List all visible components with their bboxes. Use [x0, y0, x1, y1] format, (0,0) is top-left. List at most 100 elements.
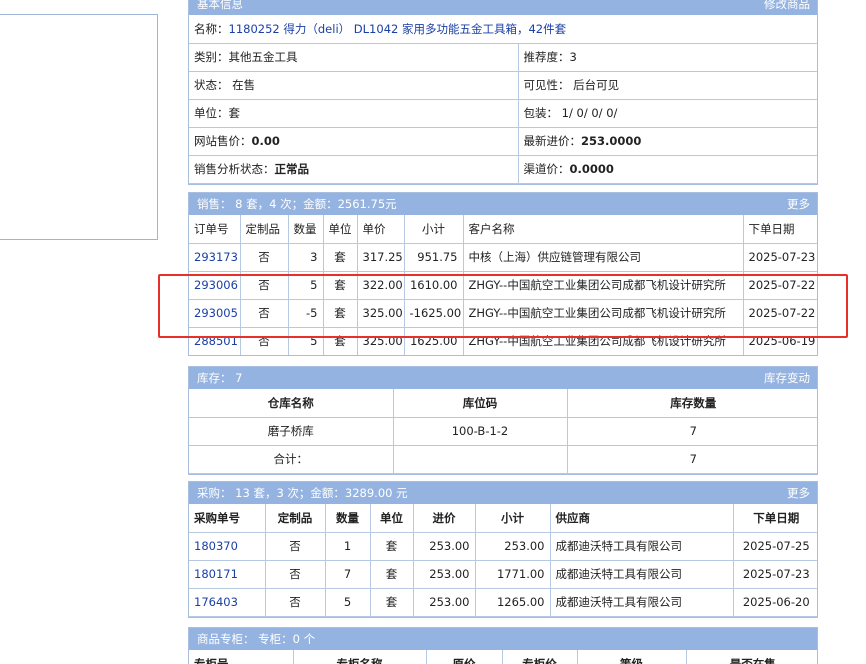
qty-cell: 5 [287, 326, 324, 355]
po-link[interactable]: 176403 [194, 595, 238, 609]
site-price-cell: 网站售价：0.00 [189, 126, 519, 156]
col-stock-qty: 库存数量 [566, 389, 817, 418]
sales-header: 销售： 8 套，4 次；金额：2561.75元 更多 [189, 193, 817, 215]
product-name-cell: 名称：1180252 得力（deli） DL1042 家用多功能五金工具箱，42… [189, 15, 817, 44]
col-original-price: 原价 [425, 650, 503, 664]
unit-cell: 套 [322, 298, 358, 328]
qty-cell: 5 [287, 270, 324, 300]
po-link[interactable]: 180370 [194, 539, 238, 553]
order-link[interactable]: 293173 [194, 250, 238, 264]
col-level: 等级 [576, 650, 687, 664]
date-cell: 2025-07-25 [732, 531, 817, 561]
customer-cell: 中核（上海）供应链管理有限公司 [462, 242, 744, 272]
total-label: 合计： [189, 444, 394, 474]
col-location: 库位码 [392, 389, 568, 418]
col-order-no: 订单号 [189, 215, 241, 244]
purchase-section: 采购： 13 套，3 次；金额：3289.00 元 更多 采购单号 定制品 数量… [188, 481, 818, 618]
basic-info-title: 基本信息 [197, 0, 243, 11]
sales-title: 销售： 8 套，4 次；金额：2561.75元 [197, 197, 397, 211]
purchase-row: 176403 否 5 套 253.00 1265.00 成都迪沃特工具有限公司 … [189, 587, 817, 617]
analysis-value: 正常品 [274, 162, 310, 176]
price-cell: 325.00 [356, 298, 405, 328]
custom-cell: 否 [239, 270, 289, 300]
date-cell: 2025-07-23 [732, 559, 817, 589]
col-unit: 单位 [369, 504, 414, 533]
status-cell: 状态： 在售 [189, 70, 519, 100]
unit-cell: 套 [322, 270, 358, 300]
customer-cell: ZHGY--中国航空工业集团公司成都飞机设计研究所 [462, 270, 744, 300]
sales-more-link[interactable]: 更多 [787, 196, 810, 212]
price-cell: 325.00 [356, 326, 405, 355]
price-cell: 322.00 [356, 270, 405, 300]
cost-cell: 253.00 [412, 587, 476, 617]
col-custom: 定制品 [239, 215, 289, 244]
col-date: 下单日期 [742, 215, 817, 244]
unit-cell: 套 [322, 242, 358, 272]
col-supplier: 供应商 [549, 504, 734, 533]
basic-info-section: 基本信息 修改商品 名称：1180252 得力（deli） DL1042 家用多… [188, 0, 818, 185]
basic-info-header: 基本信息 修改商品 [189, 0, 817, 15]
col-custom: 定制品 [264, 504, 326, 533]
order-link[interactable]: 288501 [194, 334, 238, 348]
counter-header: 商品专柜： 专柜：0 个 [189, 628, 817, 650]
col-subtotal: 小计 [474, 504, 551, 533]
subtotal-cell: -1625.00 [403, 298, 464, 328]
stock-change-link[interactable]: 库存变动 [764, 370, 810, 386]
order-link[interactable]: 293005 [194, 306, 238, 320]
purchase-header: 采购： 13 套，3 次；金额：3289.00 元 更多 [189, 482, 817, 504]
site-price-value: 0.00 [251, 134, 280, 148]
subtotal-cell: 1771.00 [474, 559, 551, 589]
cost-cell: 253.00 [412, 559, 476, 589]
edit-product-link[interactable]: 修改商品 [764, 0, 810, 12]
custom-cell: 否 [264, 587, 326, 617]
purchase-title: 采购： 13 套，3 次；金额：3289.00 元 [197, 486, 408, 500]
po-link[interactable]: 180171 [194, 567, 238, 581]
purchase-row: 180370 否 1 套 253.00 253.00 成都迪沃特工具有限公司 2… [189, 531, 817, 561]
col-po-no: 采购单号 [189, 504, 266, 533]
date-cell: 2025-07-22 [742, 298, 817, 328]
date-cell: 2025-06-20 [732, 587, 817, 617]
col-qty: 数量 [324, 504, 371, 533]
order-link[interactable]: 293006 [194, 278, 238, 292]
analysis-cell: 销售分析状态：正常品 [189, 154, 519, 184]
unit-cell: 套 [369, 587, 414, 617]
location-cell: 100-B-1-2 [392, 416, 568, 446]
subtotal-cell: 951.75 [403, 242, 464, 272]
date-cell: 2025-07-22 [742, 270, 817, 300]
unit-cell: 套 [322, 326, 358, 355]
sales-row: 293006 否 5 套 322.00 1610.00 ZHGY--中国航空工业… [189, 270, 817, 300]
cost-cell: 253.00 [412, 531, 476, 561]
col-price: 单价 [356, 215, 405, 244]
visibility-cell: 可见性： 后台可见 [517, 70, 817, 100]
stock-section: 库存： 7 库存变动 仓库名称 库位码 库存数量 磨子桥库 100-B-1-2 … [188, 366, 818, 475]
stock-qty-cell: 7 [566, 416, 817, 446]
stock-table: 仓库名称 库位码 库存数量 磨子桥库 100-B-1-2 7 合计： 7 [189, 389, 817, 474]
sales-section: 销售： 8 套，4 次；金额：2561.75元 更多 订单号 定制品 数量 单位… [188, 192, 818, 356]
subtotal-cell: 1265.00 [474, 587, 551, 617]
counter-table: 专柜号 专柜名称 原价 专柜价 等级 是否在售 [189, 650, 817, 664]
product-name-link[interactable]: 1180252 得力（deli） DL1042 家用多功能五金工具箱，42件套 [229, 22, 567, 36]
qty-cell: 1 [324, 531, 371, 561]
col-counter-name: 专柜名称 [292, 650, 427, 664]
purchase-table: 采购单号 定制品 数量 单位 进价 小计 供应商 下单日期 180370 否 1… [189, 504, 817, 617]
counter-title: 商品专柜： 专柜：0 个 [197, 632, 316, 646]
sales-row: 293005 否 -5 套 325.00 -1625.00 ZHGY--中国航空… [189, 298, 817, 328]
subtotal-cell: 1610.00 [403, 270, 464, 300]
total-empty [392, 444, 568, 474]
col-on-sale: 是否在售 [685, 650, 817, 664]
analysis-label: 销售分析状态： [194, 162, 275, 176]
purchase-more-link[interactable]: 更多 [787, 485, 810, 501]
packing-cell: 包装： 1/ 0/ 0/ 0/ [517, 98, 817, 128]
stock-total-row: 合计： 7 [189, 444, 817, 474]
unit-cell: 套 [369, 531, 414, 561]
latest-cost-value: 253.0000 [581, 134, 642, 148]
customer-cell: ZHGY--中国航空工业集团公司成都飞机设计研究所 [462, 326, 744, 355]
latest-cost-cell: 最新进价：253.0000 [517, 126, 817, 156]
col-counter-no: 专柜号 [189, 650, 294, 664]
qty-cell: -5 [287, 298, 324, 328]
custom-cell: 否 [239, 298, 289, 328]
total-value: 7 [566, 444, 817, 474]
col-cost: 进价 [412, 504, 476, 533]
col-counter-price: 专柜价 [501, 650, 578, 664]
custom-cell: 否 [264, 531, 326, 561]
